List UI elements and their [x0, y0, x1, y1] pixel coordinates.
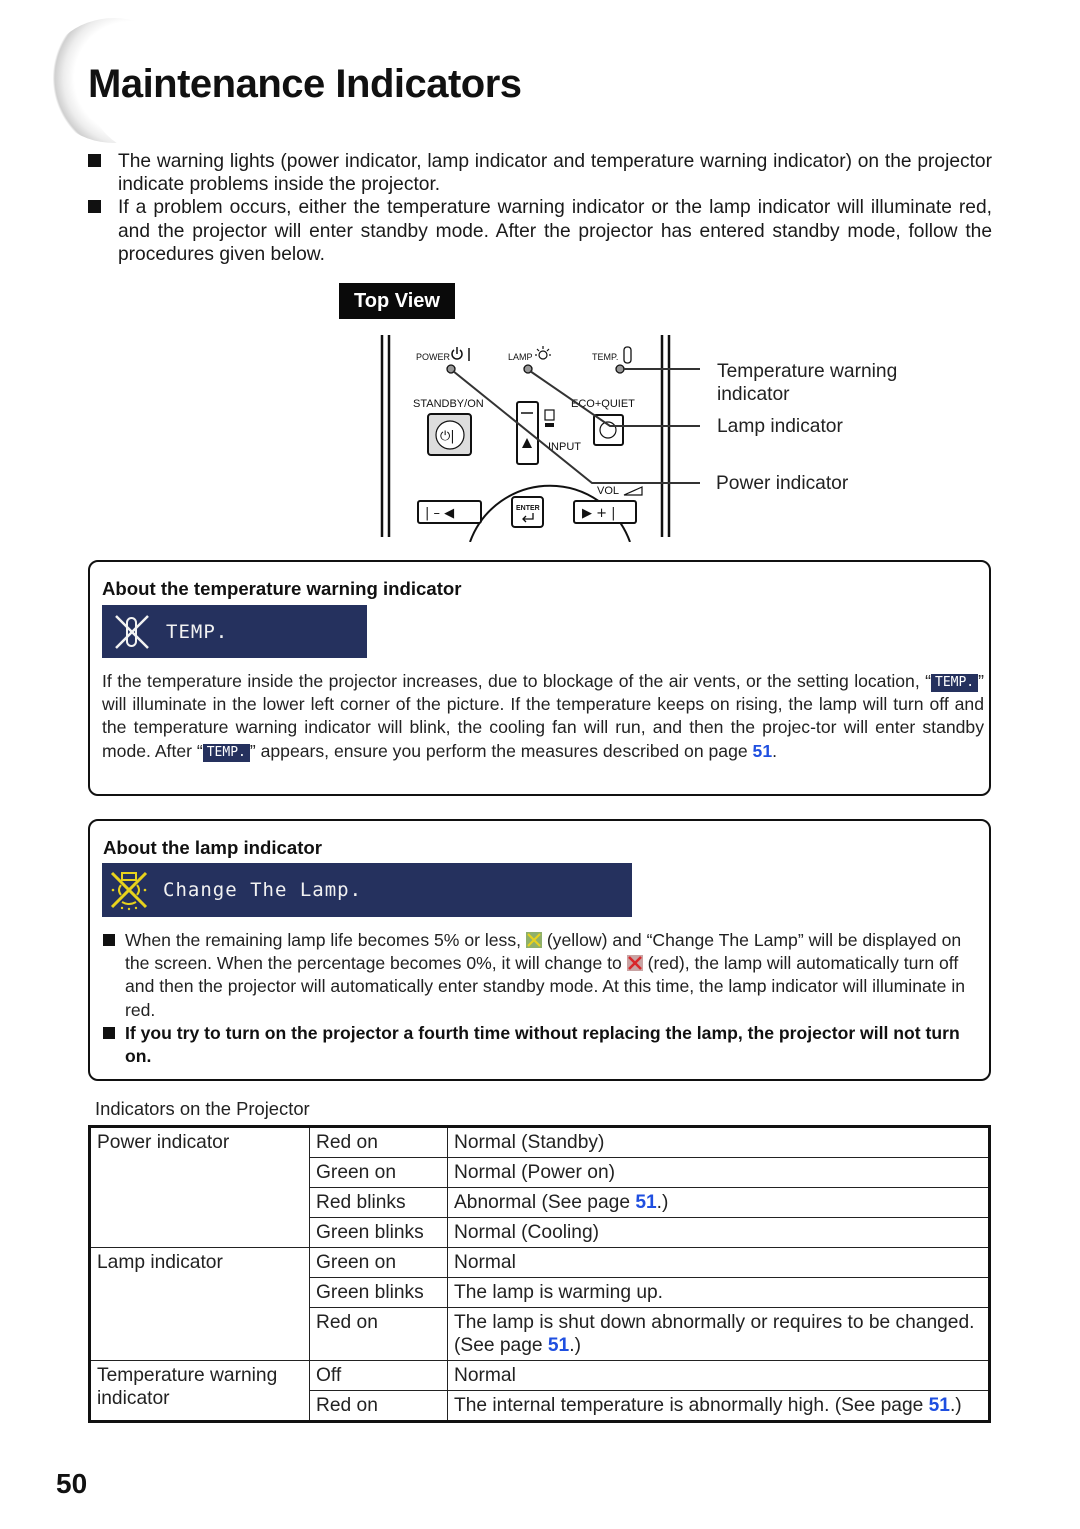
table-caption: Indicators on the Projector: [95, 1098, 310, 1119]
temperature-warning-box: About the temperature warning indicator …: [88, 560, 991, 796]
lamp-symbol-icon: [535, 346, 551, 360]
lamp-red-icon: [626, 955, 643, 972]
intro-bullet: The warning lights (power indicator, lam…: [88, 150, 992, 196]
lamp-indicator-box: About the lamp indicator Change The Lamp…: [88, 819, 991, 1081]
indicator-state-cell: Red on: [309, 1307, 448, 1361]
page-51-link[interactable]: 51: [753, 741, 773, 761]
callout-power-indicator: Power indicator: [716, 473, 849, 494]
temperature-warning-heading: About the temperature warning indicator: [102, 578, 462, 599]
page-51-link[interactable]: 51: [929, 1395, 950, 1416]
temperature-warning-description: If the temperature inside the projector …: [102, 671, 984, 762]
temp-led: [615, 364, 625, 374]
callout-lamp-indicator: Lamp indicator: [717, 416, 843, 437]
power-symbol-icon: [451, 347, 470, 361]
indicator-state-cell: Green on: [309, 1247, 448, 1278]
svg-text:⏻|: ⏻|: [440, 429, 455, 444]
intro-bullets: The warning lights (power indicator, lam…: [88, 150, 992, 266]
indicator-meaning-cell: Normal (Cooling): [447, 1217, 990, 1248]
indicators-table: Power indicator Red on Normal (Standby) Gre…: [88, 1125, 991, 1423]
temp-osd-banner: TEMP.: [102, 605, 367, 658]
indicator-state-cell: Red on: [309, 1126, 448, 1158]
table-row: Lamp indicator Green on Normal: [89, 1247, 990, 1361]
lamp-bullet: When the remaining lamp life becomes 5% …: [103, 929, 983, 1022]
top-view-label: Top View: [339, 283, 455, 319]
temp-chip: TEMP.: [931, 674, 979, 692]
indicator-name-cell: Temperature warning indicator: [89, 1360, 310, 1422]
lamp-yellow-icon: [525, 932, 542, 948]
indicator-meaning-cell: Abnormal (See page 51.): [447, 1187, 990, 1218]
temp-warning-icon: [115, 614, 149, 649]
page-51-link[interactable]: 51: [635, 1192, 656, 1213]
svg-text:| – ◀: | – ◀: [425, 506, 454, 521]
lamp-osd-text: Change The Lamp.: [163, 879, 363, 901]
indicator-state-cell: Red blinks: [309, 1187, 448, 1218]
lamp-bullet-warning: If you try to turn on the projector a fo…: [103, 1022, 983, 1068]
indicator-meaning-cell: Normal (Standby): [447, 1126, 990, 1158]
intro-bullet: If a problem occurs, either the temperat…: [88, 196, 992, 266]
bullet-square-icon: [103, 1026, 115, 1039]
indicator-meaning-cell: Normal (Power on): [447, 1157, 990, 1188]
indicator-meaning-cell: The lamp is warming up.: [447, 1277, 990, 1308]
indicator-state-cell: Red on: [309, 1390, 448, 1422]
svg-text:▶ + |: ▶ + |: [582, 506, 616, 521]
table-row: Power indicator Red on Normal (Standby): [89, 1126, 990, 1248]
lamp-label: LAMP: [508, 352, 533, 362]
indicator-name-cell: Lamp indicator: [89, 1247, 310, 1361]
temp-label: TEMP.: [592, 352, 618, 362]
page-51-link[interactable]: 51: [548, 1335, 569, 1356]
callout-temperature-warning: Temperature warning indicator: [717, 361, 898, 405]
indicator-state-cell: Green blinks: [309, 1217, 448, 1248]
bullet-square-icon: [103, 934, 115, 946]
svg-text:ENTER: ENTER: [516, 505, 540, 512]
lamp-indicator-description: When the remaining lamp life becomes 5% …: [103, 929, 983, 1068]
input-button: [516, 401, 539, 465]
indicator-meaning-cell: Normal: [447, 1247, 990, 1278]
power-label: POWER: [416, 352, 451, 362]
bullet-square-icon: [88, 200, 101, 214]
indicator-state-cell: Off: [309, 1360, 448, 1391]
thermometer-icon: [623, 346, 632, 364]
page-number: 50: [56, 1468, 88, 1499]
eco-quiet-button: [593, 414, 624, 446]
indicator-name-cell: Power indicator: [89, 1126, 310, 1248]
bullet-square-icon: [88, 154, 101, 167]
indicator-meaning-cell: The internal temperature is abnormally h…: [447, 1390, 990, 1422]
lamp-osd-banner: Change The Lamp.: [102, 863, 632, 917]
indicator-state-cell: Green blinks: [309, 1277, 448, 1308]
page-title: Maintenance Indicators: [88, 62, 522, 106]
lamp-indicator-heading: About the lamp indicator: [103, 837, 322, 858]
indicator-meaning-cell: Normal: [447, 1360, 990, 1391]
indicator-meaning-cell: The lamp is shut down abnormally or requ…: [447, 1307, 990, 1361]
table-row: Temperature warning indicator Off Normal: [89, 1360, 990, 1422]
standby-label: STANDBY/ON: [413, 398, 484, 410]
lamp-warning-icon: [110, 871, 148, 911]
temp-osd-text: TEMP.: [166, 620, 229, 643]
eco-quiet-label: ECO+QUIET: [571, 398, 635, 410]
projector-top-panel-diagram: POWER LAMP TEMP. STANDBY/ON ⏻| INPUT ECO…: [380, 335, 700, 542]
temp-chip: TEMP.: [202, 743, 250, 762]
indicator-state-cell: Green on: [309, 1157, 448, 1188]
enter-button: [511, 496, 544, 528]
panel-rail-right: [660, 335, 671, 537]
panel-rail-left: [380, 335, 391, 537]
vol-label: VOL: [597, 485, 619, 497]
